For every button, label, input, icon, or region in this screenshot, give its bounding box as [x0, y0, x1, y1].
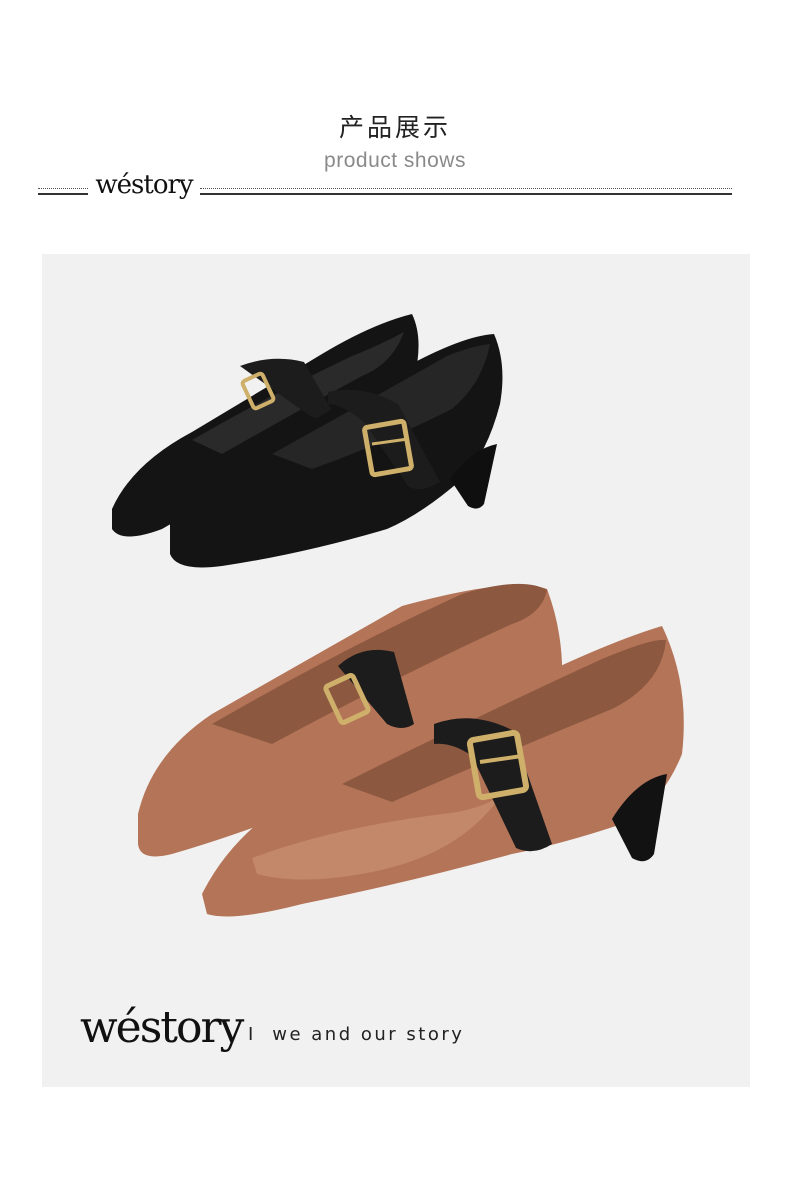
- brand-logo-small: wéstory: [95, 170, 193, 200]
- product-photo: [112, 314, 684, 917]
- product-photo-panel: wéstory I we and our story: [42, 254, 750, 1087]
- brand-logo-large: wéstory: [80, 1002, 244, 1053]
- divider-right: [200, 188, 732, 195]
- divider-left: [38, 188, 88, 195]
- brand-tagline: I we and our story: [248, 1024, 465, 1045]
- section-title-cn: 产品展示: [338, 113, 451, 142]
